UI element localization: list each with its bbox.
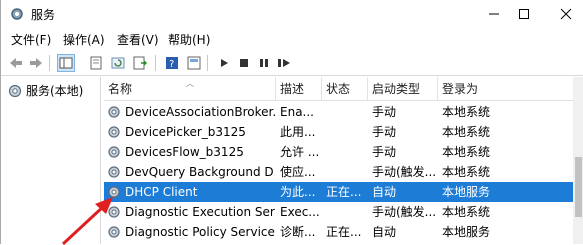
table-row[interactable]: Diagnostic Policy Service 诊断... 正在... 自动 本地服… <box>104 222 573 242</box>
cell-name: DevQuery Background D... <box>125 165 275 179</box>
start-service-button[interactable] <box>215 54 233 72</box>
restart-icon <box>278 59 290 67</box>
cell-name: DHCP Client <box>125 185 198 199</box>
table-row[interactable]: DHCP Client 为此... 正在... 自动 本地服务 <box>104 182 573 202</box>
title-bar: 服务 <box>1 0 583 28</box>
refresh-button[interactable] <box>109 54 127 72</box>
help-button[interactable]: ? <box>163 54 181 72</box>
svg-text:?: ? <box>169 59 174 70</box>
properties-icon <box>90 56 102 70</box>
cell-description: Exec... <box>280 205 320 219</box>
cell-status <box>326 202 368 222</box>
service-gear-icon <box>108 146 120 158</box>
service-gear-icon <box>108 166 120 178</box>
table-row[interactable]: DevQuery Background D... 使应... 手动(触发... 本地系… <box>104 162 573 182</box>
annotation-arrow-icon <box>61 197 113 245</box>
cell-name: Diagnostic Policy Service <box>125 225 275 239</box>
cell-description: Ena... <box>280 105 314 119</box>
restart-service-button[interactable] <box>275 54 293 72</box>
table-row[interactable]: Diagnostic Execution Ser... Exec... 手动(触发.… <box>104 202 573 222</box>
show-hide-console-tree-button[interactable] <box>57 54 75 72</box>
pause-service-button[interactable] <box>255 54 273 72</box>
column-header-startup-type[interactable]: 启动类型 <box>368 77 438 101</box>
cell-startup-type: 手动 <box>372 125 397 139</box>
cell-name: DevicesFlow_b3125 <box>125 145 244 159</box>
help-icon: ? <box>166 57 178 70</box>
table-row[interactable]: DevicesFlow_b3125 允许 ... 手动 本地系统 <box>104 142 573 162</box>
export-icon <box>133 56 147 70</box>
services-gear-icon <box>11 8 23 20</box>
cell-startup-type: 手动 <box>372 105 397 119</box>
cell-startup-type: 手动(触发... <box>372 205 437 219</box>
cell-description: 为此... <box>280 185 316 199</box>
cell-description: 诊断... <box>280 225 316 239</box>
service-gear-icon <box>108 106 120 118</box>
services-window: 服务 文件(F) 操作(A) 查看(V) 帮助(H) ? 服务(本地) 名称 ︿… <box>0 0 583 245</box>
cell-logon-as: 本地服务 <box>442 225 491 239</box>
list-header: 名称 ︿ 描述 状态 启动类型 登录为 <box>104 77 573 101</box>
cell-status: 正在... <box>326 185 362 199</box>
column-header-status[interactable]: 状态 <box>322 77 368 101</box>
column-header-logon-as[interactable]: 登录为 <box>438 77 528 101</box>
cell-name: DevicePicker_b3125 <box>125 125 246 139</box>
cell-startup-type: 自动 <box>372 185 397 199</box>
properties-button[interactable] <box>87 54 105 72</box>
cell-name: DeviceAssociationBroker... <box>125 105 275 119</box>
close-icon <box>560 8 572 20</box>
minimize-icon <box>489 13 499 15</box>
stop-icon <box>240 59 248 67</box>
cell-logon-as: 本地系统 <box>442 165 491 179</box>
toolbar: ? <box>1 50 583 76</box>
maximize-icon <box>519 9 529 19</box>
cell-description: 此用... <box>280 125 316 139</box>
close-button[interactable] <box>548 0 583 28</box>
services-list: 名称 ︿ 描述 状态 启动类型 登录为 DeviceAssociationBro… <box>104 77 573 244</box>
cell-status <box>326 142 368 162</box>
console-tree-icon <box>59 57 73 69</box>
forward-button[interactable] <box>27 54 45 72</box>
cell-logon-as: 本地系统 <box>442 125 491 139</box>
cell-description: 使应... <box>280 165 316 179</box>
cell-logon-as: 本地系统 <box>442 145 491 159</box>
menu-view[interactable]: 查看(V) <box>117 31 159 48</box>
cell-logon-as: 本地服务 <box>442 185 491 199</box>
play-icon <box>221 59 228 67</box>
cell-startup-type: 手动(触发... <box>372 165 437 179</box>
cell-status <box>326 162 368 182</box>
export-list-button[interactable] <box>131 54 149 72</box>
cell-logon-as: 本地系统 <box>442 205 491 219</box>
table-row[interactable]: DevicePicker_b3125 此用... 手动 本地系统 <box>104 122 573 142</box>
cell-status: 正在... <box>326 225 362 239</box>
cell-name: Diagnostic Execution Ser... <box>125 205 275 219</box>
cell-status <box>326 102 368 122</box>
column-header-description[interactable]: 描述 <box>276 77 322 101</box>
menu-action[interactable]: 操作(A) <box>63 31 105 48</box>
cell-startup-type: 自动 <box>372 225 397 239</box>
service-gear-icon <box>108 126 120 138</box>
menu-help[interactable]: 帮助(H) <box>168 31 210 48</box>
menu-file[interactable]: 文件(F) <box>11 31 51 48</box>
view-button[interactable] <box>185 54 203 72</box>
view-icon <box>187 56 201 70</box>
maximize-button[interactable] <box>506 0 542 28</box>
cell-startup-type: 手动 <box>372 145 397 159</box>
pause-icon <box>260 59 268 67</box>
tree-item-label: 服务(本地) <box>26 84 84 98</box>
window-title: 服务 <box>31 8 56 22</box>
back-arrow-icon <box>10 58 22 68</box>
table-row[interactable]: DeviceAssociationBroker... Ena... 手动 本地系统 <box>104 102 573 122</box>
forward-arrow-icon <box>30 58 42 68</box>
tree-item-services-local[interactable]: 服务(本地) <box>7 82 83 99</box>
refresh-icon <box>111 57 125 69</box>
cell-status <box>326 122 368 142</box>
cell-description: 允许 ... <box>280 145 320 159</box>
cell-logon-as: 本地系统 <box>442 105 491 119</box>
services-gear-icon <box>8 84 22 97</box>
sort-ascending-icon: ︿ <box>186 79 194 88</box>
back-button[interactable] <box>7 54 25 72</box>
vertical-scrollbar[interactable] <box>573 77 583 244</box>
scrollbar-thumb[interactable] <box>575 157 582 217</box>
menu-bar: 文件(F) 操作(A) 查看(V) 帮助(H) <box>1 29 583 49</box>
stop-service-button[interactable] <box>235 54 253 72</box>
